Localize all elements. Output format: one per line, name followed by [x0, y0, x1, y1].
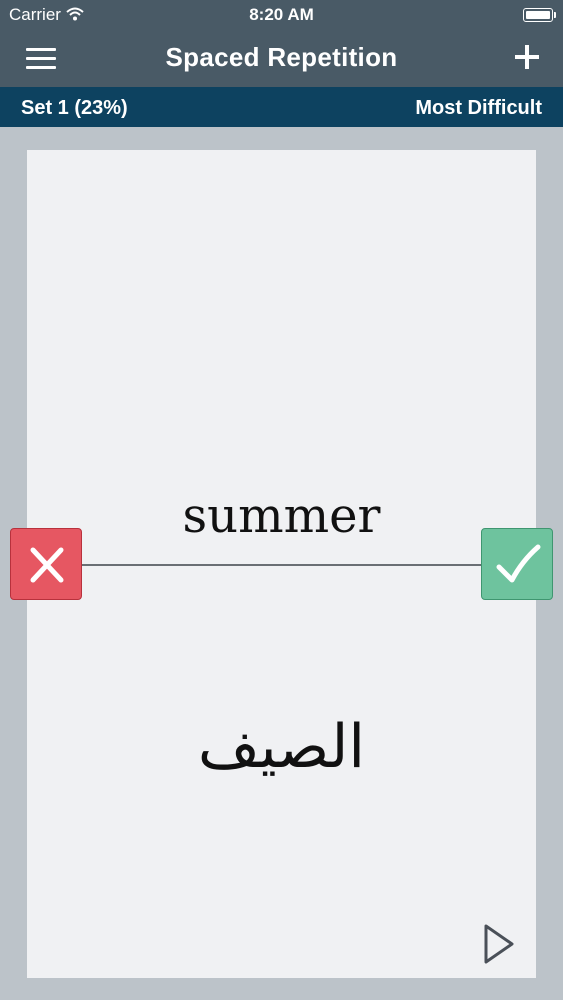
card-divider: [82, 564, 481, 566]
play-icon[interactable]: [474, 920, 522, 968]
x-icon: [30, 547, 64, 583]
status-time: 8:20 AM: [249, 5, 314, 24]
mode-selector[interactable]: Most Difficult: [415, 97, 542, 120]
set-progress-label: Set 1 (23%): [21, 97, 128, 119]
check-icon: [496, 544, 541, 583]
plus-icon[interactable]: [509, 39, 545, 75]
mark-wrong-button[interactable]: [10, 528, 82, 600]
navigation-bar: Spaced Repetition: [0, 30, 563, 87]
card-front-word: summer: [182, 488, 381, 544]
status-bar: Carrier 8:20 AM: [0, 0, 563, 30]
mark-correct-button[interactable]: [481, 528, 553, 600]
battery-icon: [523, 8, 556, 22]
set-bar: Set 1 (23%) Most Difficult: [0, 87, 563, 127]
page-title: Spaced Repetition: [165, 42, 398, 72]
card-back-word: الصيف: [197, 712, 366, 782]
